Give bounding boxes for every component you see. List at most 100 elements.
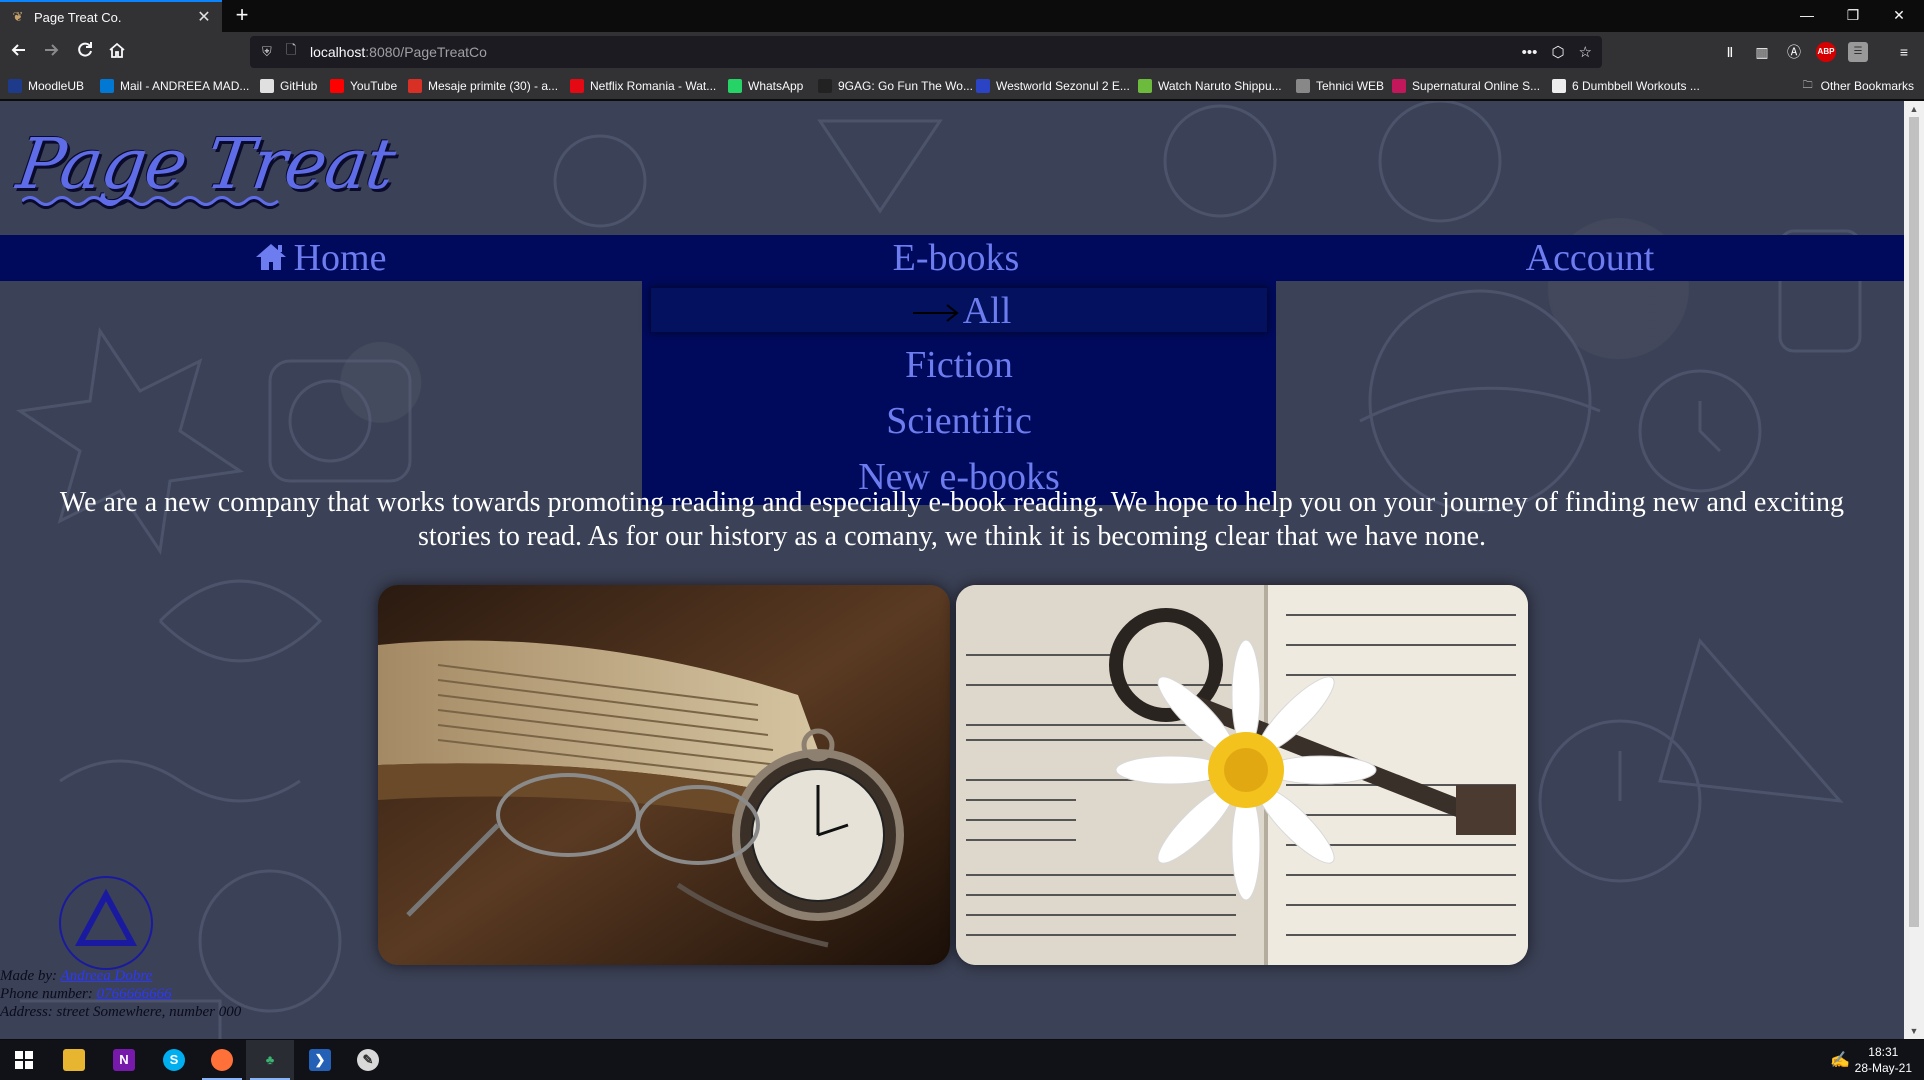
extension-icon[interactable]: ☰ [1848,42,1868,62]
bookmark-favicon-icon [818,79,832,93]
bookmark-item[interactable]: Netflix Romania - Wat... [570,77,716,95]
bookmark-favicon-icon [260,79,274,93]
bookmark-label: 6 Dumbbell Workouts ... [1572,79,1700,93]
scrollbar-thumb[interactable] [1909,117,1919,927]
close-window-button[interactable]: ✕ [1876,0,1922,32]
home-icon [109,42,125,58]
bookmark-favicon-icon [728,79,742,93]
back-button[interactable] [6,40,32,64]
nav-ebooks[interactable]: E-books [856,235,1056,281]
dropdown-item-fiction[interactable]: Fiction [642,343,1276,387]
dropdown-item-scientific[interactable]: Scientific [642,399,1276,443]
forward-arrow-icon [45,44,59,56]
scroll-up-icon[interactable]: ▲ [1904,101,1924,117]
tab-title: Page Treat Co. [34,9,122,25]
bookmark-favicon-icon [570,79,584,93]
minimize-window-button[interactable]: — [1784,0,1830,32]
taskbar-onenote[interactable]: N [100,1040,148,1080]
pocket-watch-book-photo [378,585,950,965]
site-logo[interactable]: Page Treat [12,123,399,205]
url-host: localhost [310,44,366,60]
forward-button[interactable] [38,40,64,64]
menu-icon[interactable]: ≡ [1894,42,1914,62]
author-link[interactable]: Andreea Dobre [61,968,153,984]
other-bookmarks-label: Other Bookmarks [1820,79,1914,93]
bookmark-label: Westworld Sezonul 2 E... [996,79,1130,93]
bookmark-label: Netflix Romania - Wat... [590,79,717,93]
bookmark-favicon-icon [976,79,990,93]
new-tab-button[interactable]: + [230,4,254,28]
sidebar-icon[interactable]: ▥ [1752,42,1772,62]
bookmark-item[interactable]: WhatsApp [728,77,803,95]
bookmark-item[interactable]: Supernatural Online S... [1392,77,1540,95]
bookmark-item[interactable]: GitHub [260,77,317,95]
bookmark-item[interactable]: Tehnici WEB [1296,77,1384,95]
dropdown-item-all[interactable]: All [650,287,1268,333]
footer-delta-logo-icon [59,876,153,970]
bookmark-item[interactable]: Westworld Sezonul 2 E... [976,77,1130,95]
browser-tab-bar: ❦ Page Treat Co. ✕ + — ❐ ✕ [0,0,1924,32]
daisy-key-book-photo [956,585,1528,965]
bookmark-item[interactable]: Watch Naruto Shippu... [1138,77,1282,95]
system-clock[interactable]: 18:31 28-May-21 [1855,1044,1912,1076]
bookmark-favicon-icon [100,79,114,93]
main-navigation: Home E-books Account [0,235,1904,281]
photo-gallery [378,585,1528,965]
pocket-icon[interactable]: ⬡ [1551,43,1564,61]
taskbar-powershell[interactable]: ❯ [296,1040,344,1080]
phone-link[interactable]: 0766666666 [97,986,172,1002]
bookmark-favicon-icon [1392,79,1406,93]
footer-made-by: Made by: Andreea Dobre [0,967,241,985]
start-button[interactable] [0,1040,48,1080]
taskbar-app-tree[interactable]: ♣ [246,1040,294,1080]
bookmark-label: YouTube [350,79,398,93]
bookmark-favicon-icon [1296,79,1310,93]
bookmark-item[interactable]: Mesaje primite (30) - a... [408,77,558,95]
taskbar-file-explorer[interactable] [50,1040,98,1080]
taskbar-firefox[interactable] [198,1040,246,1080]
bookmark-label: 9GAG: Go Fun The Wo... [838,79,973,93]
nav-home[interactable]: Home [200,235,440,281]
page-scrollbar[interactable]: ▲ ▼ [1904,101,1924,1039]
bookmark-item[interactable]: 9GAG: Go Fun The Wo... [818,77,973,95]
taskbar-skype[interactable]: S [150,1040,198,1080]
bookmark-item[interactable]: 6 Dumbbell Workouts ... [1552,77,1700,95]
bookmark-label: Supernatural Online S... [1412,79,1541,93]
phone-label: Phone number: [0,986,93,1002]
pen-workspace-icon[interactable]: ✍ [1830,1050,1850,1070]
page-info-icon[interactable]: 🗋 [286,41,302,63]
account-icon[interactable]: Ⓐ [1784,42,1804,62]
bookmark-item[interactable]: Mail - ANDREEA MAD... [100,77,249,95]
library-icon[interactable]: Ⅱ [1720,42,1740,62]
url-path: :8080/PageTreatCo [365,44,487,60]
close-tab-icon[interactable]: ✕ [196,7,212,27]
firefox-icon [211,1049,233,1071]
nav-home-label: Home [293,237,387,279]
windows-taskbar: N S ♣ ❯ ✎ ✍ 18:31 28-May-21 [0,1040,1924,1080]
made-by-label: Made by: [0,968,58,984]
bookmark-label: GitHub [280,79,318,93]
other-bookmarks-folder[interactable]: 🗀 Other Bookmarks [1801,77,1914,95]
logo-underline-wave [22,196,280,209]
taskbar-paint[interactable]: ✎ [344,1040,392,1080]
bookmark-label: Mail - ANDREEA MAD... [120,79,250,93]
paint-icon: ✎ [357,1049,379,1071]
page-actions-icon[interactable]: ••• [1522,44,1538,61]
folder-icon: 🗀 [1802,80,1813,91]
address-bar[interactable]: ⛨ 🗋 localhost :8080/PageTreatCo ••• ⬡ ☆ [250,36,1602,68]
bookmark-star-icon[interactable]: ☆ [1579,43,1592,61]
restore-window-button[interactable]: ❐ [1830,0,1876,32]
reload-button[interactable] [72,40,98,64]
scroll-down-icon[interactable]: ▼ [1904,1023,1924,1039]
home-button[interactable] [104,40,130,64]
browser-tab-active[interactable]: ❦ Page Treat Co. ✕ [0,0,222,32]
bookmark-item[interactable]: YouTube [330,77,397,95]
bookmark-favicon-icon [330,79,344,93]
bookmark-label: MoodleUB [28,79,85,93]
bookmark-item[interactable]: MoodleUB [8,77,84,95]
bookmark-label: Mesaje primite (30) - a... [428,79,559,93]
tracking-shield-icon[interactable]: ⛨ [262,44,278,60]
nav-account[interactable]: Account [1490,235,1690,281]
bookmark-label: WhatsApp [748,79,804,93]
adblock-icon[interactable]: ABP [1816,42,1836,62]
